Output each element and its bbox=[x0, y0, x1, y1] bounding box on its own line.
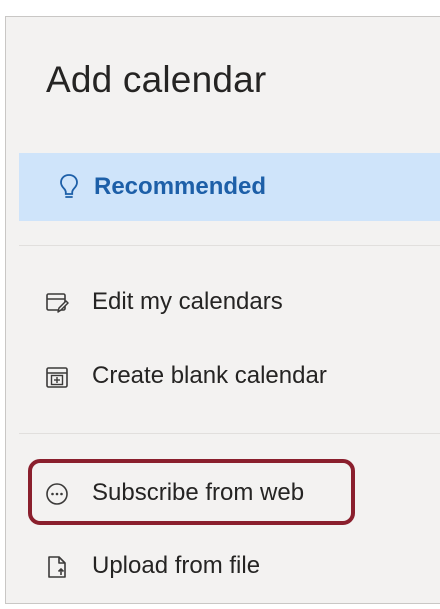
edit-calendar-icon bbox=[46, 293, 69, 313]
add-calendar-icon bbox=[46, 367, 68, 388]
screenshot-frame: Add calendar Recommended Edit my calenda… bbox=[0, 0, 440, 609]
divider bbox=[19, 245, 440, 246]
add-calendar-panel: Add calendar Recommended Edit my calenda… bbox=[5, 16, 440, 604]
nav-item-subscribe-from-web[interactable]: Subscribe from web bbox=[19, 468, 440, 522]
nav-item-recommended-label: Recommended bbox=[94, 173, 267, 200]
panel-title: Add calendar bbox=[46, 59, 267, 100]
ellipsis-circle-icon bbox=[46, 483, 68, 505]
upload-file-icon bbox=[48, 556, 66, 578]
nav-item-upload-from-file-label: Upload from file bbox=[92, 552, 261, 579]
nav-item-create-blank-calendar[interactable]: Create blank calendar bbox=[19, 351, 440, 405]
nav-item-edit-my-calendars-label: Edit my calendars bbox=[92, 288, 283, 315]
nav-item-edit-my-calendars[interactable]: Edit my calendars bbox=[19, 277, 440, 331]
lightbulb-icon bbox=[60, 174, 78, 198]
nav-item-subscribe-from-web-label: Subscribe from web bbox=[92, 479, 305, 506]
nav-item-create-blank-calendar-label: Create blank calendar bbox=[92, 362, 327, 389]
nav-item-recommended[interactable]: Recommended bbox=[19, 153, 440, 221]
nav-item-upload-from-file[interactable]: Upload from file bbox=[19, 541, 440, 595]
divider bbox=[19, 433, 440, 434]
